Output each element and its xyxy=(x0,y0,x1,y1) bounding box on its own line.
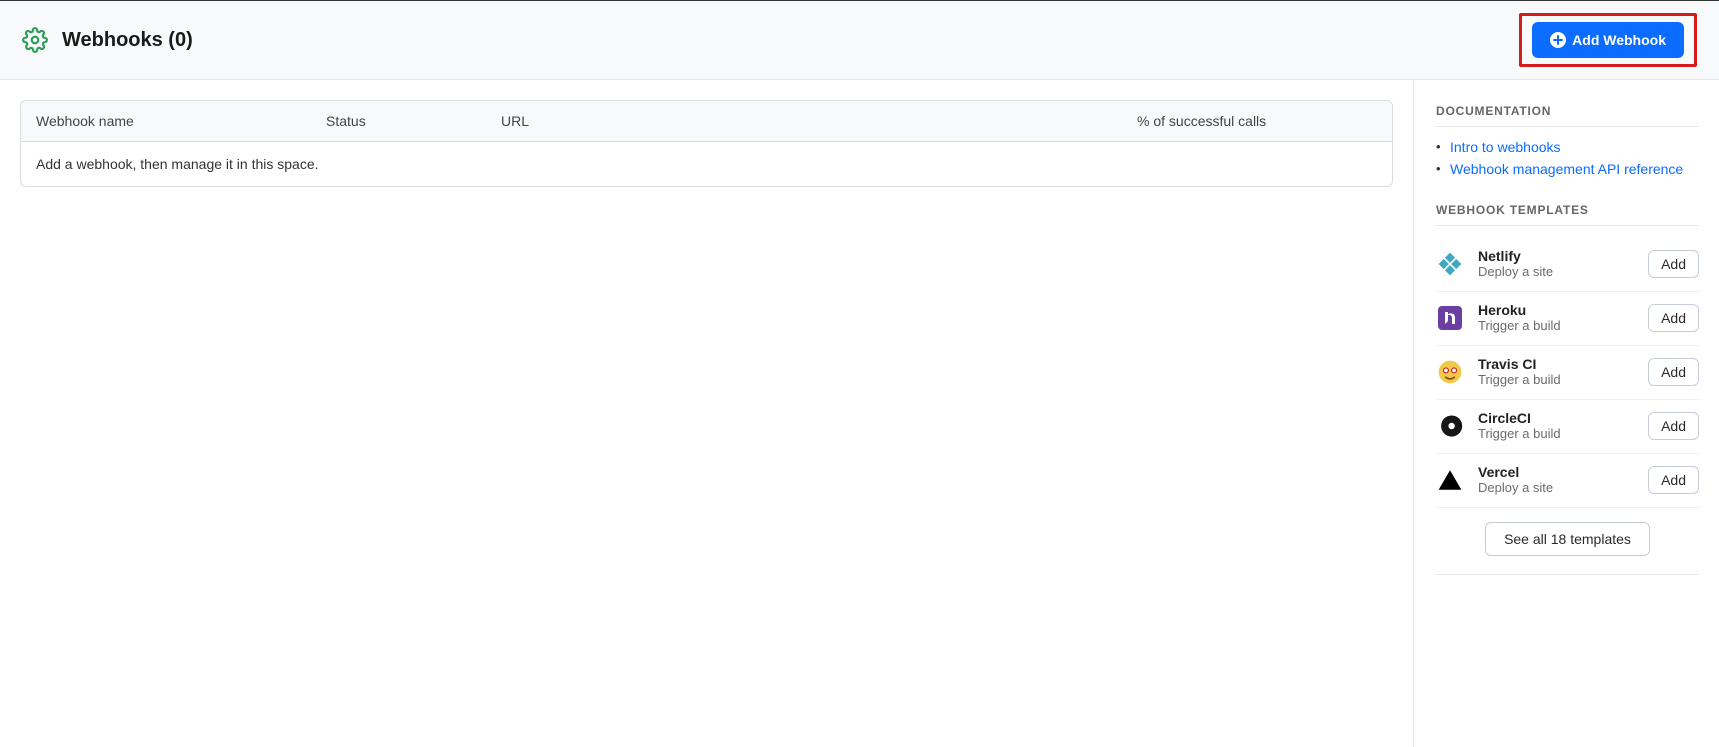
circleci-icon xyxy=(1436,412,1464,440)
template-desc: Trigger a build xyxy=(1478,426,1634,441)
col-status: Status xyxy=(326,113,501,129)
template-name: Netlify xyxy=(1478,248,1634,264)
template-heroku: Heroku Trigger a build Add xyxy=(1436,292,1699,346)
see-all-templates-button[interactable]: See all 18 templates xyxy=(1485,522,1650,556)
add-template-button[interactable]: Add xyxy=(1648,250,1699,278)
templates-title: WEBHOOK TEMPLATES xyxy=(1436,203,1699,226)
page-header: Webhooks (0) Add Webhook xyxy=(0,1,1719,80)
col-pct-successful: % of successful calls xyxy=(1137,113,1377,129)
template-vercel: Vercel Deploy a site Add xyxy=(1436,454,1699,508)
add-template-button[interactable]: Add xyxy=(1648,358,1699,386)
table-empty-row: Add a webhook, then manage it in this sp… xyxy=(21,142,1392,186)
col-webhook-name: Webhook name xyxy=(36,113,326,129)
main-panel: Webhook name Status URL % of successful … xyxy=(0,80,1414,747)
add-webhook-button[interactable]: Add Webhook xyxy=(1532,22,1684,58)
list-item: Intro to webhooks xyxy=(1436,139,1699,155)
template-name: Vercel xyxy=(1478,464,1634,480)
add-template-button[interactable]: Add xyxy=(1648,412,1699,440)
plus-circle-icon xyxy=(1550,32,1566,48)
template-desc: Trigger a build xyxy=(1478,318,1634,333)
col-url: URL xyxy=(501,113,1137,129)
template-name: CircleCI xyxy=(1478,410,1634,426)
highlight-annotation: Add Webhook xyxy=(1519,13,1697,67)
vercel-icon xyxy=(1436,466,1464,494)
add-template-button[interactable]: Add xyxy=(1648,466,1699,494)
see-all-wrap: See all 18 templates xyxy=(1436,508,1699,575)
webhooks-table: Webhook name Status URL % of successful … xyxy=(20,100,1393,187)
header-left: Webhooks (0) xyxy=(22,27,193,53)
documentation-title: DOCUMENTATION xyxy=(1436,104,1699,127)
page-title: Webhooks (0) xyxy=(62,29,193,52)
heroku-icon xyxy=(1436,304,1464,332)
sidebar: DOCUMENTATION Intro to webhooks Webhook … xyxy=(1414,80,1719,747)
table-header: Webhook name Status URL % of successful … xyxy=(21,101,1392,142)
netlify-icon xyxy=(1436,250,1464,278)
template-desc: Deploy a site xyxy=(1478,264,1634,279)
add-webhook-label: Add Webhook xyxy=(1572,32,1666,48)
add-template-button[interactable]: Add xyxy=(1648,304,1699,332)
travisci-icon xyxy=(1436,358,1464,386)
template-circleci: CircleCI Trigger a build Add xyxy=(1436,400,1699,454)
template-name: Travis CI xyxy=(1478,356,1634,372)
template-name: Heroku xyxy=(1478,302,1634,318)
list-item: Webhook management API reference xyxy=(1436,161,1699,177)
documentation-list: Intro to webhooks Webhook management API… xyxy=(1436,139,1699,177)
gear-icon xyxy=(22,27,48,53)
template-netlify: Netlify Deploy a site Add xyxy=(1436,238,1699,292)
doc-link-intro[interactable]: Intro to webhooks xyxy=(1450,139,1561,155)
template-desc: Deploy a site xyxy=(1478,480,1634,495)
doc-link-api-ref[interactable]: Webhook management API reference xyxy=(1450,161,1683,177)
template-travisci: Travis CI Trigger a build Add xyxy=(1436,346,1699,400)
template-desc: Trigger a build xyxy=(1478,372,1634,387)
